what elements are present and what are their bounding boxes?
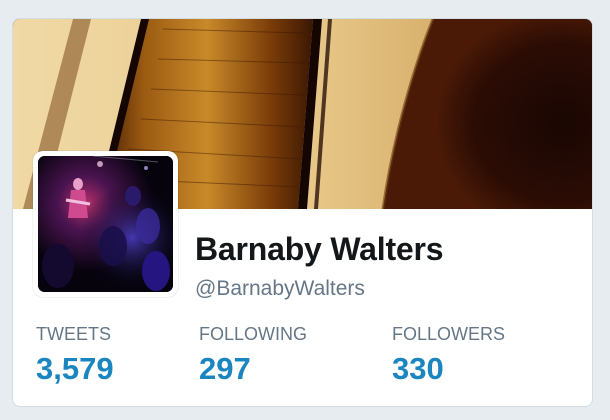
profile-card: Barnaby Walters @BarnabyWalters TWEETS 3… xyxy=(12,18,593,407)
stat-tweets-label: TWEETS xyxy=(36,324,111,344)
profile-handle[interactable]: @BarnabyWalters xyxy=(195,277,365,301)
stat-followers-label: FOLLOWERS xyxy=(392,324,506,344)
avatar-image xyxy=(38,156,173,292)
stat-tweets-value: 3,579 xyxy=(36,351,114,386)
stat-tweets[interactable]: TWEETS 3,579 xyxy=(36,324,114,387)
stat-following-label: FOLLOWING xyxy=(199,324,308,344)
avatar-image-container xyxy=(38,156,173,292)
stat-following[interactable]: FOLLOWING 297 xyxy=(199,324,307,387)
profile-avatar[interactable] xyxy=(33,151,178,297)
stat-followers-value: 330 xyxy=(392,351,444,386)
profile-name[interactable]: Barnaby Walters xyxy=(195,231,444,268)
stat-following-value: 297 xyxy=(199,351,251,386)
stat-followers[interactable]: FOLLOWERS 330 xyxy=(392,324,505,387)
